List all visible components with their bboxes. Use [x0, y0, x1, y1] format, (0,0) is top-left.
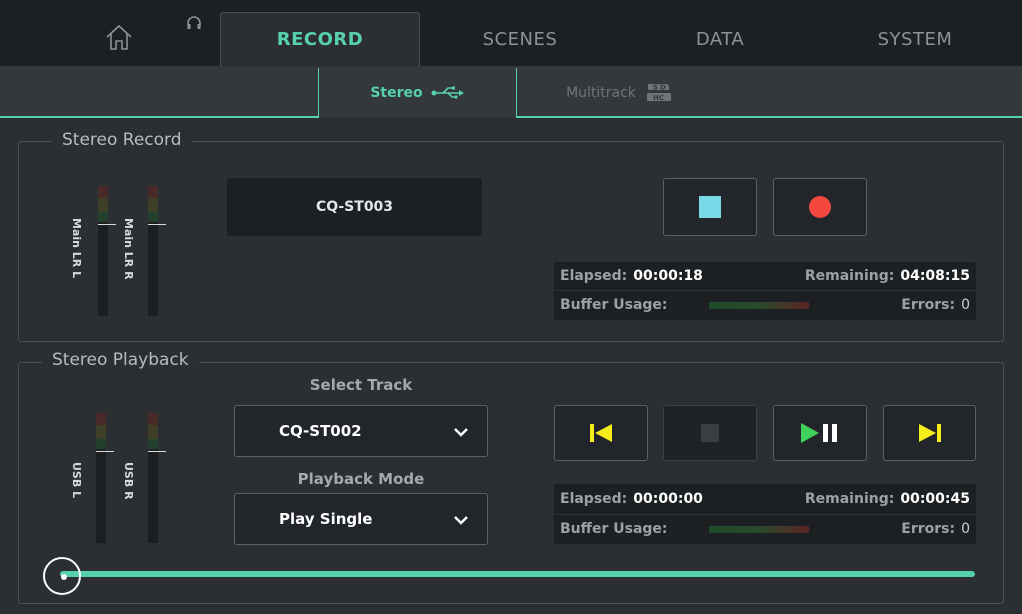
playback-position-track[interactable]: [60, 571, 975, 577]
svg-text:D: D: [660, 84, 666, 92]
tab-scenes[interactable]: SCENES: [440, 12, 600, 66]
playback-buffer-meter: [709, 526, 809, 533]
subtab-underline-left: [0, 116, 318, 118]
record-status-panel: Elapsed: 00:00:18 Remaining: 04:08:15 Bu…: [554, 262, 976, 320]
record-errors-value: 0: [961, 297, 970, 313]
sd-hc-card-icon: S D HC: [646, 84, 671, 102]
record-button[interactable]: [773, 178, 867, 236]
meter-label-usb-r: USB R: [122, 462, 135, 500]
stop-icon: [701, 424, 719, 442]
playback-elapsed-value: 00:00:00: [633, 491, 703, 507]
skip-previous-icon: [590, 424, 612, 442]
playback-remaining-label: Remaining:: [804, 491, 895, 507]
playback-stop-button[interactable]: [663, 405, 757, 461]
subtab-stereo-label: Stereo: [370, 85, 423, 101]
playback-errors-value: 0: [961, 521, 970, 537]
tab-record[interactable]: RECORD: [220, 12, 420, 66]
tab-system[interactable]: SYSTEM: [830, 12, 1000, 66]
subtab-multitrack-label: Multitrack: [566, 85, 636, 101]
headphones-icon[interactable]: [186, 15, 202, 31]
playback-elapsed-label: Elapsed:: [560, 491, 628, 507]
record-elapsed-label: Elapsed:: [560, 268, 628, 284]
record-remaining-label: Remaining:: [804, 268, 895, 284]
playback-remaining-value: 00:00:45: [900, 491, 970, 507]
meter-label-usb-l: USB L: [70, 462, 83, 499]
stop-icon: [699, 196, 721, 218]
top-tab-bar: RECORD SCENES DATA SYSTEM: [0, 0, 1022, 66]
meter-label-main-lr-l: Main LR L: [70, 218, 83, 279]
playback-mode-label: Playback Mode: [297, 470, 425, 488]
home-icon[interactable]: [104, 22, 134, 52]
record-elapsed-value: 00:00:18: [633, 268, 703, 284]
meter-main-lr-r: [148, 186, 166, 316]
next-track-button[interactable]: [883, 405, 976, 461]
svg-text:HC: HC: [653, 94, 664, 102]
record-icon: [809, 196, 831, 218]
stereo-playback-title: Stereo Playback: [42, 350, 199, 370]
record-errors-label: Errors:: [901, 297, 956, 313]
record-filename: CQ-ST003: [227, 178, 482, 236]
previous-track-button[interactable]: [554, 405, 648, 461]
select-track-value: CQ-ST002: [279, 422, 362, 440]
chevron-down-icon: [454, 428, 468, 437]
select-track-dropdown[interactable]: CQ-ST002: [234, 405, 488, 457]
playback-status-panel: Elapsed: 00:00:00 Remaining: 00:00:45 Bu…: [554, 484, 976, 544]
play-pause-button[interactable]: [773, 405, 867, 461]
chevron-down-icon: [454, 516, 468, 525]
meter-usb-r: [148, 413, 166, 543]
svg-text:S: S: [653, 84, 658, 92]
record-buffer-meter: [709, 302, 809, 309]
select-track-label: Select Track: [309, 376, 413, 394]
record-stop-button[interactable]: [663, 178, 757, 236]
usb-icon: [431, 86, 464, 99]
tab-data[interactable]: DATA: [640, 12, 800, 66]
play-pause-icon: [801, 423, 837, 443]
playback-buffer-label: Buffer Usage:: [560, 521, 668, 537]
skip-next-icon: [918, 424, 941, 442]
stereo-playback-panel: [18, 362, 1004, 604]
meter-main-lr-l: [98, 186, 116, 316]
subtab-multitrack[interactable]: Multitrack S D HC: [540, 68, 700, 118]
playback-mode-dropdown[interactable]: Play Single: [234, 493, 488, 545]
subtab-stereo[interactable]: Stereo: [318, 68, 517, 118]
meter-label-main-lr-r: Main LR R: [122, 218, 135, 280]
playback-mode-value: Play Single: [279, 510, 373, 528]
playback-position-handle[interactable]: [43, 557, 81, 595]
record-remaining-value: 04:08:15: [900, 268, 970, 284]
meter-usb-l: [96, 413, 114, 543]
record-buffer-label: Buffer Usage:: [560, 297, 668, 313]
playback-errors-label: Errors:: [901, 521, 956, 537]
stereo-record-title: Stereo Record: [52, 130, 192, 150]
